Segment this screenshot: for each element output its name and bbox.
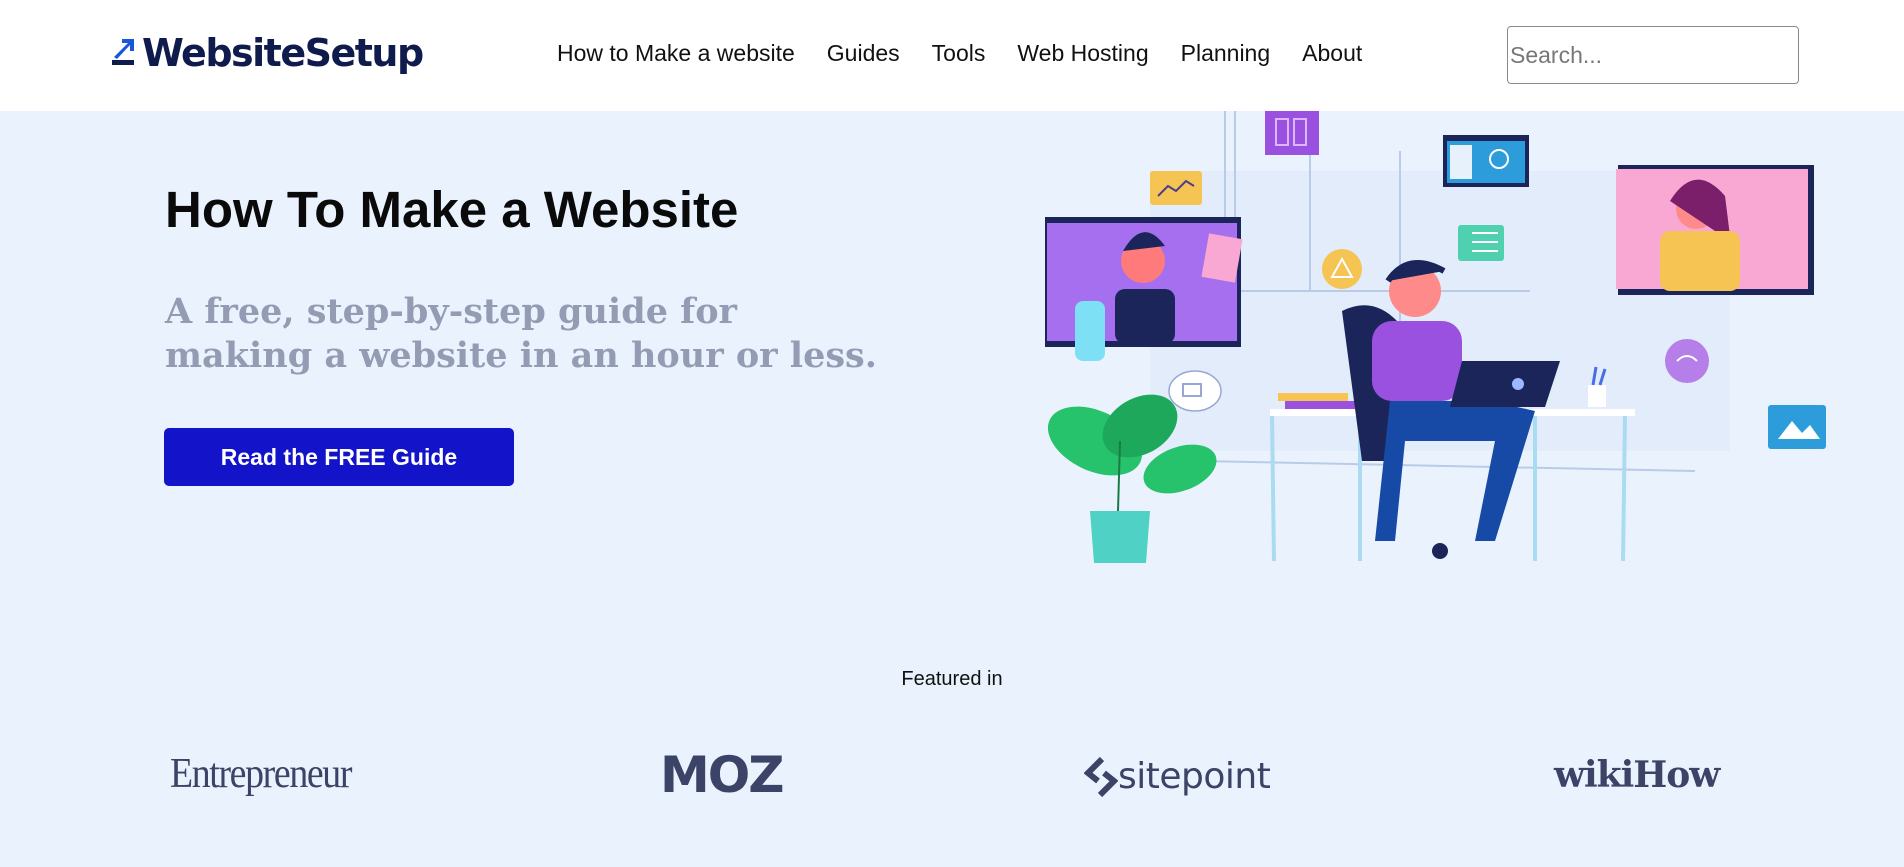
nav-item-web-hosting[interactable]: Web Hosting	[1017, 40, 1148, 67]
site-header: WebsiteSetup How to Make a website Guide…	[0, 0, 1904, 111]
sitepoint-text: sitepoint	[1118, 756, 1271, 797]
logo-arrow-icon	[112, 39, 134, 65]
logo-text: WebsiteSetup	[142, 31, 424, 75]
site-logo[interactable]: WebsiteSetup	[112, 30, 424, 76]
hero-title: How To Make a Website	[165, 181, 739, 238]
nav-item-how-to-make[interactable]: How to Make a website	[557, 40, 795, 67]
brand-wikihow: wikiHow	[1554, 754, 1720, 796]
hero-illustration	[1045, 111, 1826, 563]
hero-subtitle: A free, step-by-step guide for making a …	[165, 291, 877, 376]
featured-in-label: Featured in	[901, 668, 1003, 690]
brand-entrepreneur: Entrepreneur	[170, 751, 352, 797]
nav-item-about[interactable]: About	[1302, 40, 1362, 67]
search-input[interactable]	[1507, 26, 1799, 84]
brand-moz: MOZ	[660, 746, 785, 804]
nav-item-guides[interactable]: Guides	[827, 40, 900, 67]
main-nav: How to Make a website Guides Tools Web H…	[557, 40, 1394, 67]
sitepoint-mark-icon	[1084, 756, 1118, 797]
nav-item-planning[interactable]: Planning	[1181, 40, 1271, 67]
brand-sitepoint: sitepoint	[1084, 756, 1271, 797]
nav-item-tools[interactable]: Tools	[932, 40, 986, 67]
read-guide-button[interactable]: Read the FREE Guide	[164, 428, 514, 486]
